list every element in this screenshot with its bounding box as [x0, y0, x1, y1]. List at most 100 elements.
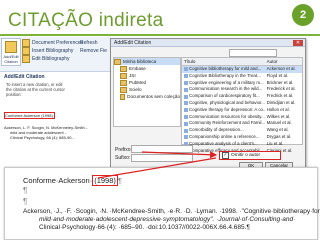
- tree-item-pubmed[interactable]: PubMed: [114, 79, 180, 86]
- row-author: Fredrick et al.: [266, 93, 294, 99]
- citation-icon: [5, 41, 17, 53]
- panel-instructions: To insert a new citation, or edit the ci…: [6, 82, 65, 97]
- tree-item-jsi[interactable]: JSI: [114, 72, 180, 79]
- reference-line: mild·and·moderate·adolescent·depressive·…: [39, 216, 296, 223]
- document-icon: [184, 67, 188, 72]
- panel-title: Add/Edit Citation: [4, 74, 45, 80]
- suffix-input[interactable]: [131, 154, 193, 162]
- bibliography-icon: [22, 47, 30, 55]
- suffix-label: Sufixo:: [115, 155, 131, 161]
- citation-prefix: Conforme·Ackerson·: [23, 176, 93, 185]
- document-icon: [184, 135, 188, 140]
- row-title: Companionship online a reference...: [189, 133, 260, 139]
- column-header-title[interactable]: Título: [182, 58, 265, 65]
- row-author: Ackerson et al.: [266, 66, 296, 71]
- edit-bibliography-icon: [22, 55, 30, 63]
- row-title: Cognitive engineering of a military m...: [189, 79, 264, 85]
- document-icon: [184, 74, 188, 79]
- document-preview: Conforme Ackerson (1998). Ackerson, L. F…: [4, 112, 108, 140]
- folder-icon: [120, 72, 127, 79]
- library-tree: Minha biblioteca Embase JSI PubMed Sciel…: [113, 57, 181, 127]
- row-title: Cognitive, physiological and behavior...: [189, 99, 265, 105]
- add-edit-citation-button[interactable]: Add/Edit Citation: [1, 38, 21, 66]
- row-title: Comorbidity of depression...: [189, 127, 244, 133]
- doc-line: Conforme Ackerson (1998).: [4, 112, 55, 119]
- table-row[interactable]: Communication resources for obesity... Wi…: [182, 114, 302, 121]
- folder-icon: [120, 86, 127, 93]
- document-icon: [184, 128, 188, 133]
- prefix-label: Prefixo:: [115, 147, 132, 153]
- prefix-input[interactable]: [131, 145, 193, 153]
- pilcrow: ¶: [23, 197, 28, 206]
- document-icon: [184, 101, 188, 106]
- row-author: Dimidjian et al.: [266, 99, 296, 105]
- row-author: Floyd et al.: [266, 72, 289, 78]
- table-row[interactable]: Cognitive, physiological and behavior...…: [182, 100, 302, 107]
- close-button[interactable]: ✕: [293, 40, 303, 46]
- row-title: Cognitive Bibliotherapy in the Treat...: [189, 72, 261, 78]
- add-edit-citation-panel: Add/Edit Citation To insert a new citati…: [0, 72, 111, 162]
- folder-icon: [120, 79, 127, 86]
- table-row[interactable]: Companionship online a reference... Dryga…: [182, 134, 302, 141]
- document-icon: [184, 121, 188, 126]
- row-title: Cognitive bibliotherapy for mild and...: [189, 66, 262, 71]
- references-table: Título Autor Cognitive bibliotherapy for…: [181, 57, 303, 153]
- table-row[interactable]: Comparison of cardiorespiratory fit... Fr…: [182, 93, 302, 100]
- row-title: Comparison of cardiorespiratory fit...: [189, 93, 260, 99]
- ribbon-item-insert-bibliography[interactable]: Insert Bibliography: [22, 47, 83, 55]
- ribbon-item-remove-field[interactable]: Remove Fie: [80, 47, 107, 55]
- row-title: Cognitive therapy for depression: A co..…: [189, 106, 265, 112]
- ribbon-item-refresh[interactable]: Refresh: [80, 39, 107, 47]
- ribbon-item-edit-bibliography[interactable]: Edit Bibliography: [22, 55, 83, 63]
- row-title: Communication resources for obesity...: [189, 113, 265, 119]
- table-row[interactable]: Community Reinforcement and Famil... Manu…: [182, 120, 302, 127]
- citation-year-highlight[interactable]: (1998): [92, 175, 118, 186]
- table-row[interactable]: Comparative analysis of a client's... Liu…: [182, 141, 302, 148]
- table-header: Título Autor: [182, 58, 302, 66]
- doc-line: Clinical Psychology, 66 (4): 685-90...: [10, 135, 75, 140]
- reference-line: Clinical·Psychology·66·(4): ·685–90. ·do…: [39, 224, 250, 231]
- row-author: Hollon et al.: [266, 106, 290, 112]
- row-title: Communication research in the wild...: [189, 86, 263, 92]
- table-row[interactable]: Cognitive engineering of a military m...…: [182, 80, 302, 87]
- tree-item-library[interactable]: Minha biblioteca: [114, 58, 180, 65]
- add-edit-citation-dialog: Add/Edit Citation ✕ Minha biblioteca Emb…: [110, 38, 306, 170]
- ribbon-item-document-preferences[interactable]: Document Preferences: [22, 39, 83, 47]
- document-icon: [184, 114, 188, 119]
- dialog-titlebar: Add/Edit Citation: [111, 39, 305, 47]
- row-author: Wang et al.: [266, 127, 289, 133]
- pilcrow: ¶: [117, 176, 122, 185]
- tree-item-embase[interactable]: Embase: [114, 65, 180, 72]
- document-icon: [184, 94, 188, 99]
- folder-icon: [114, 58, 121, 65]
- omit-author-option[interactable]: ✓ Omitir o autor: [219, 151, 281, 160]
- table-row[interactable]: Cognitive bibliotherapy for mild and... A…: [182, 66, 302, 73]
- citation-line: Conforme·Ackerson· (1998) ¶: [23, 175, 122, 186]
- table-row[interactable]: Comorbidity of depression... Wang et al.: [182, 127, 302, 134]
- folder-icon: [120, 65, 127, 72]
- preferences-icon: [22, 39, 30, 47]
- table-row[interactable]: Cognitive Bibliotherapy in the Treat... F…: [182, 73, 302, 80]
- column-header-author[interactable]: Autor: [265, 58, 302, 65]
- title-divider: [0, 34, 320, 36]
- table-row[interactable]: Cognitive therapy for depression: A co..…: [182, 107, 302, 114]
- row-title: Community Reinforcement and Famil...: [189, 120, 265, 126]
- slide-title: CITAÇÃO indireta: [8, 10, 164, 31]
- pilcrow: ¶: [23, 186, 28, 195]
- row-author: Manuel et al.: [266, 120, 292, 126]
- row-author: Drygas et al.: [266, 133, 292, 139]
- document-icon: [184, 80, 188, 85]
- tree-item-unfiled[interactable]: Documentos sem coleção: [114, 93, 180, 100]
- folder-icon: [120, 93, 126, 100]
- row-author: Brickner et al.: [266, 79, 294, 85]
- omit-author-checkbox[interactable]: ✓: [222, 152, 229, 159]
- row-author: Frederick et al.: [266, 86, 296, 92]
- search-input[interactable]: [229, 49, 277, 57]
- document-icon: [184, 108, 188, 113]
- table-row[interactable]: Communication research in the wild... Fre…: [182, 86, 302, 93]
- row-author: Liu et al.: [266, 140, 284, 146]
- row-author: Wilkes et al.: [266, 113, 291, 119]
- tree-item-scielo[interactable]: Scielo: [114, 86, 180, 93]
- reference-line: Ackerson, ·J., ·F. ·Scogin, ·N. ·McKendr…: [23, 208, 320, 215]
- zoomed-document: Conforme·Ackerson· (1998) ¶ ¶ ¶ Ackerson, …: [4, 167, 320, 240]
